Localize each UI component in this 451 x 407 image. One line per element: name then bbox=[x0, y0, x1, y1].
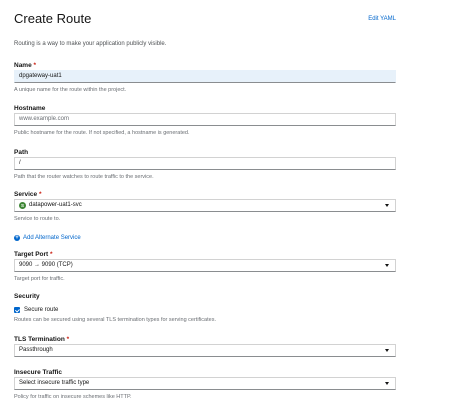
hostname-label: Hostname bbox=[14, 105, 46, 112]
chevron-down-icon bbox=[385, 264, 389, 267]
service-field-group: Service * S datapower-uat1-svc Service t… bbox=[14, 190, 396, 223]
security-helper: Routes can be secured using several TLS … bbox=[14, 317, 216, 323]
path-helper: Path that the router watches to route tr… bbox=[14, 174, 154, 180]
page-header: Create Route Edit YAML bbox=[14, 11, 396, 29]
target-port-label: Target Port * bbox=[14, 251, 53, 258]
secure-route-row[interactable]: Secure route bbox=[14, 307, 396, 313]
security-label: Security bbox=[14, 293, 40, 300]
insecure-traffic-label: Insecure Traffic bbox=[14, 369, 63, 376]
path-input[interactable]: / bbox=[14, 157, 396, 170]
chevron-down-icon bbox=[385, 382, 389, 385]
target-port-field-group: Target Port * 9090 → 9090 (TCP) Target p… bbox=[14, 250, 396, 283]
service-select-value: datapower-uat1-svc bbox=[29, 202, 82, 208]
service-helper: Service to route to. bbox=[14, 216, 61, 222]
service-select[interactable]: S datapower-uat1-svc bbox=[14, 199, 396, 212]
tls-termination-field-group: TLS Termination * Passthrough bbox=[14, 335, 396, 357]
security-field-group: Security Secure route Routes can be secu… bbox=[14, 292, 396, 324]
path-field-group: Path / Path that the router watches to r… bbox=[14, 148, 396, 181]
insecure-traffic-select[interactable]: Select insecure traffic type bbox=[14, 377, 396, 390]
hostname-field-group: Hostname www.example.com Public hostname… bbox=[14, 104, 396, 137]
add-alternate-service-label: Add Alternate Service bbox=[23, 235, 81, 241]
service-badge-icon: S bbox=[19, 202, 26, 209]
insecure-traffic-select-value: Select insecure traffic type bbox=[19, 380, 90, 386]
service-label: Service * bbox=[14, 191, 42, 198]
page-title: Create Route bbox=[14, 11, 92, 26]
insecure-traffic-field-group: Insecure Traffic Select insecure traffic… bbox=[14, 368, 396, 401]
edit-yaml-link[interactable]: Edit YAML bbox=[368, 16, 396, 22]
insecure-traffic-helper: Policy for traffic on insecure schemes l… bbox=[14, 394, 132, 400]
target-port-helper: Target port for traffic. bbox=[14, 276, 65, 282]
path-label: Path bbox=[14, 149, 29, 156]
secure-route-label: Secure route bbox=[24, 307, 59, 313]
name-label: Name * bbox=[14, 62, 37, 69]
chevron-down-icon bbox=[385, 349, 389, 352]
name-input[interactable]: dpgateway-uat1 bbox=[14, 70, 396, 83]
target-port-select-value: 9090 → 9090 (TCP) bbox=[19, 262, 73, 268]
plus-circle-icon: + bbox=[14, 235, 20, 241]
add-alternate-service-button[interactable]: + Add Alternate Service bbox=[14, 235, 81, 241]
secure-route-checkbox[interactable] bbox=[14, 307, 20, 313]
hostname-input[interactable]: www.example.com bbox=[14, 113, 396, 126]
name-helper: A unique name for the route within the p… bbox=[14, 87, 127, 93]
page-description: Routing is a way to make your applicatio… bbox=[14, 41, 167, 47]
hostname-helper: Public hostname for the route. If not sp… bbox=[14, 130, 190, 136]
target-port-select[interactable]: 9090 → 9090 (TCP) bbox=[14, 259, 396, 272]
tls-termination-select[interactable]: Passthrough bbox=[14, 344, 396, 357]
chevron-down-icon bbox=[385, 204, 389, 207]
tls-termination-select-value: Passthrough bbox=[19, 347, 53, 353]
name-field-group: Name * dpgateway-uat1 A unique name for … bbox=[14, 61, 396, 94]
tls-termination-label: TLS Termination * bbox=[14, 336, 70, 343]
